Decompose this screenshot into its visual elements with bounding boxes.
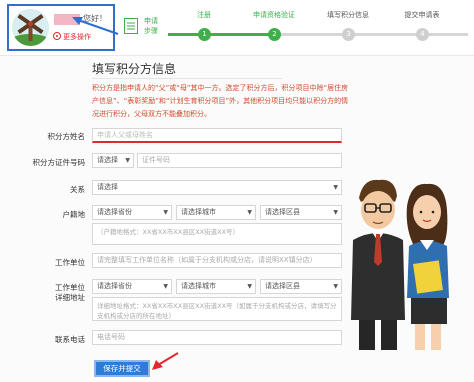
notice-text: 积分方是指申请人的“父”或“母”其中一方。选定了积分方后，积分项目中除“居住房产… bbox=[92, 84, 349, 118]
chevron-down-icon: ▼ bbox=[333, 283, 338, 290]
work-addr-label-2: 详细地址 bbox=[55, 293, 85, 302]
id-label: 积分方证件号码 bbox=[32, 158, 86, 167]
relation-select[interactable]: 请选择 ▼ bbox=[92, 180, 342, 195]
chevron-down-icon: ▼ bbox=[163, 283, 168, 290]
apply-steps-label: 申请步骤 bbox=[144, 17, 158, 35]
hukou-district-value: 请选择区县 bbox=[265, 208, 300, 216]
gear-icon bbox=[53, 32, 61, 40]
name-input[interactable]: 申请人父或母姓名 bbox=[92, 128, 342, 143]
step-dot-3: 3 bbox=[342, 28, 355, 41]
chevron-down-icon: ▼ bbox=[163, 209, 168, 216]
people-illustration bbox=[351, 179, 449, 350]
relation-label: 关系 bbox=[70, 185, 85, 194]
id-type-value: 请选择 bbox=[97, 156, 118, 164]
name-label: 积分方姓名 bbox=[47, 132, 86, 141]
step-dot-4: 4 bbox=[416, 28, 429, 41]
hukou-city-select[interactable]: 请选择城市 ▼ bbox=[176, 205, 256, 220]
hukou-province-value: 请选择省份 bbox=[97, 208, 132, 216]
hukou-address-textarea[interactable]: （户籍地格式：XX省XX市XX县区XX街道XX号） bbox=[92, 223, 342, 245]
chevron-down-icon: ▼ bbox=[333, 209, 338, 216]
step-dot-2: 2 bbox=[268, 28, 281, 41]
progress-stepper: 注册 申请资格验证 填写积分信息 提交申请表 1 2 3 4 bbox=[168, 10, 468, 50]
header: 您好！ 更多操作 申请步骤 注册 申请资格验证 填写积分信息 提交申请表 1 2… bbox=[0, 0, 474, 56]
step-label-1: 注册 bbox=[197, 11, 211, 19]
step-line-done bbox=[168, 33, 272, 36]
chevron-down-icon: ▼ bbox=[247, 283, 252, 290]
work-district-select[interactable]: 请选择区县 ▼ bbox=[260, 279, 342, 294]
work-province-select[interactable]: 请选择省份 ▼ bbox=[92, 279, 172, 294]
phone-label: 联系电话 bbox=[55, 335, 85, 344]
hukou-city-value: 请选择城市 bbox=[181, 208, 216, 216]
avatar bbox=[12, 9, 49, 46]
form-title: 填写积分方信息 bbox=[92, 62, 177, 76]
page: 您好！ 更多操作 申请步骤 注册 申请资格验证 填写积分信息 提交申请表 1 2… bbox=[0, 0, 474, 382]
id-type-select[interactable]: 请选择 ▼ bbox=[92, 153, 134, 168]
annotation-arrow-blue bbox=[72, 17, 119, 35]
hukou-label: 户籍地 bbox=[62, 210, 86, 219]
employer-input[interactable]: 请完整填写工作单位名称（如属于分支机构或分店，请说明XX镇分店） bbox=[92, 253, 342, 268]
work-province-value: 请选择省份 bbox=[97, 282, 132, 290]
step-dot-1: 1 bbox=[198, 28, 211, 41]
step-label-2: 申请资格验证 bbox=[253, 11, 295, 19]
phone-input[interactable]: 电话号码 bbox=[92, 330, 342, 345]
save-submit-button[interactable]: 保存并提交 bbox=[94, 360, 150, 377]
step-label-4: 提交申请表 bbox=[404, 11, 440, 19]
title-divider bbox=[92, 78, 282, 79]
hukou-province-select[interactable]: 请选择省份 ▼ bbox=[92, 205, 172, 220]
work-city-select[interactable]: 请选择城市 ▼ bbox=[176, 279, 256, 294]
id-number-input[interactable]: 证件号码 bbox=[137, 153, 342, 168]
work-city-value: 请选择城市 bbox=[181, 282, 216, 290]
step-line-todo bbox=[272, 33, 468, 36]
work-address-textarea[interactable]: 详细地址格式：XX省XX市XX县区XX街道XX号（如属于分支机构或分店，请填写分… bbox=[92, 297, 342, 321]
annotation-arrow-red bbox=[152, 352, 179, 370]
chevron-down-icon: ▼ bbox=[247, 209, 252, 216]
work-district-value: 请选择区县 bbox=[265, 282, 300, 290]
windmill-icon bbox=[12, 9, 49, 46]
hukou-district-select[interactable]: 请选择区县 ▼ bbox=[260, 205, 342, 220]
employer-label: 工作单位 bbox=[55, 258, 85, 267]
step-label-3: 填写积分信息 bbox=[327, 11, 369, 19]
list-icon bbox=[124, 18, 138, 34]
chevron-down-icon: ▼ bbox=[333, 184, 338, 191]
relation-value: 请选择 bbox=[97, 183, 118, 191]
chevron-down-icon: ▼ bbox=[125, 157, 130, 164]
